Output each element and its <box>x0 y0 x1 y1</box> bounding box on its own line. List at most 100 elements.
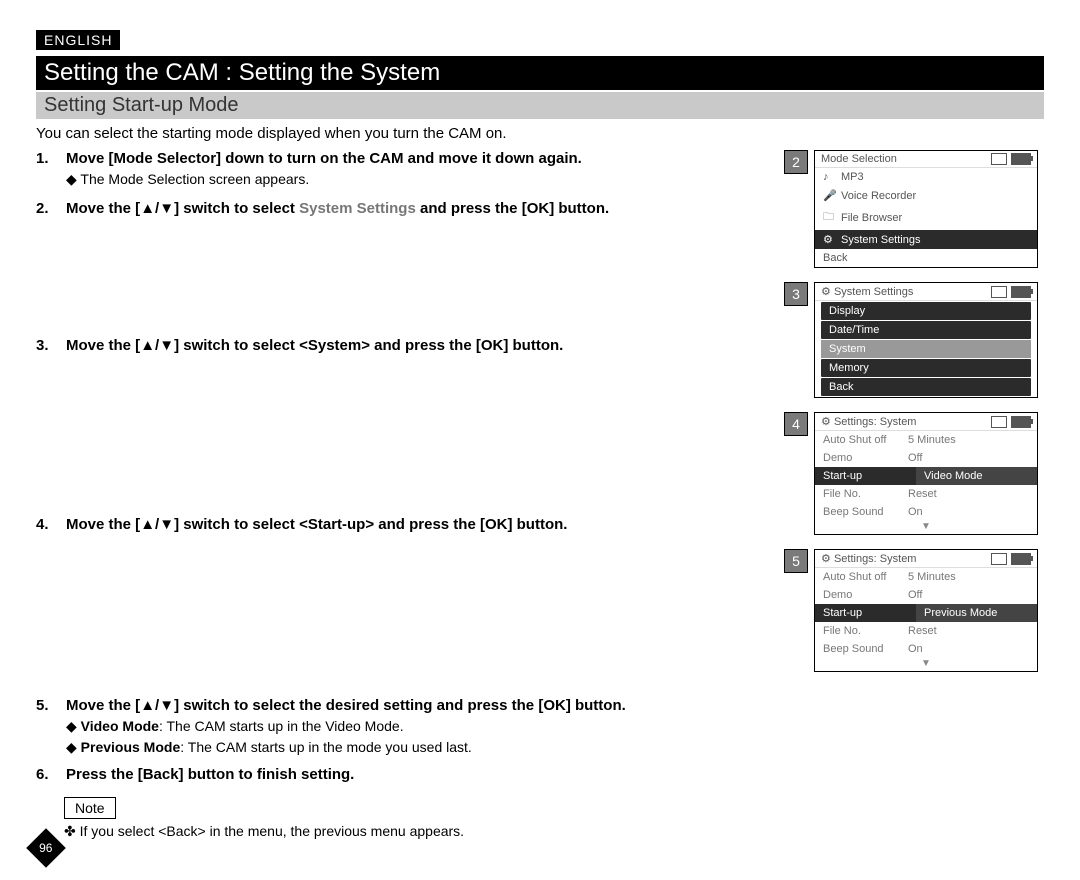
updown-icon: ▲/▼ <box>140 516 174 533</box>
list-item: ♪MP3 <box>815 168 1037 186</box>
row-key: Start-up <box>815 604 916 622</box>
step-4-post: ] switch to select <Start-up> and press … <box>174 516 567 533</box>
list-item-back: Back <box>815 249 1037 267</box>
row-value: On <box>908 643 923 655</box>
gear-icon: ⚙ <box>821 416 831 428</box>
screen-5-badge: 5 <box>784 549 808 573</box>
screen-5: ⚙ Settings: System Auto Shut off5 Minute… <box>814 549 1038 672</box>
step-2-mid: ] switch to select <box>174 200 299 217</box>
row-key: Auto Shut off <box>823 434 908 446</box>
table-row: Beep SoundOn <box>815 640 1037 658</box>
list-item-label: Back <box>829 381 853 393</box>
table-row: DemoOff <box>815 449 1037 467</box>
list-item-label: MP3 <box>841 171 864 183</box>
row-key: Beep Sound <box>823 643 908 655</box>
list-item: Back <box>821 378 1031 396</box>
manual-page: ENGLISH Setting the CAM : Setting the Sy… <box>0 0 1080 880</box>
battery-icon <box>1011 416 1031 428</box>
row-value: Previous Mode <box>916 604 1037 622</box>
table-row-selected: Start-upPrevious Mode <box>815 604 1037 622</box>
row-value: 5 Minutes <box>908 434 956 446</box>
step-3-pre: Move the [ <box>66 337 140 354</box>
page-title: Setting the CAM : Setting the System <box>36 56 1044 90</box>
step-1: Move [Mode Selector] down to turn on the… <box>36 150 760 188</box>
step-5-sub1-t: : The CAM starts up in the Video Mode. <box>159 718 404 734</box>
memory-icon <box>991 553 1007 565</box>
list-item-label: Date/Time <box>829 324 879 336</box>
step-4: Move the [▲/▼] switch to select <Start-u… <box>36 516 760 693</box>
gear-icon: ⚙ <box>821 286 831 298</box>
list-item: Date/Time <box>821 321 1031 339</box>
row-key: Demo <box>823 589 908 601</box>
screen-3-wrap: 3 ⚙ System Settings Display Date/Time Sy… <box>784 282 1044 398</box>
screen-5-wrap: 5 ⚙ Settings: System Auto Shut off5 Minu… <box>784 549 1044 672</box>
row-value: Video Mode <box>916 467 1037 485</box>
row-value: Reset <box>908 488 937 500</box>
gear-icon: ⚙ <box>823 233 835 246</box>
screen-3-badge: 3 <box>784 282 808 306</box>
note-label: Note <box>64 797 116 819</box>
row-key: Demo <box>823 452 908 464</box>
memory-icon <box>991 153 1007 165</box>
screen-2-title: Mode Selection <box>821 153 897 165</box>
row-value: Off <box>908 452 922 464</box>
row-key: Start-up <box>815 467 916 485</box>
list-item: 🗀File Browser <box>815 205 1037 230</box>
row-key: Beep Sound <box>823 506 908 518</box>
row-key: File No. <box>823 488 908 500</box>
step-6: Press the [Back] button to finish settin… <box>36 766 760 783</box>
list-item: Display <box>821 302 1031 320</box>
row-value: Reset <box>908 625 937 637</box>
table-row: Auto Shut off5 Minutes <box>815 568 1037 586</box>
screens-column: 2 Mode Selection ♪MP3 🎤Voice Recorder 🗀F… <box>784 150 1044 840</box>
step-2-target: System Settings <box>299 200 416 217</box>
status-icons <box>991 286 1031 298</box>
step-2-pre: Move the [ <box>66 200 140 217</box>
updown-icon: ▲/▼ <box>140 697 174 714</box>
list-item-selected: ⚙System Settings <box>815 230 1037 249</box>
step-5-sub2-t: : The CAM starts up in the mode you used… <box>180 739 472 755</box>
status-icons <box>991 153 1031 165</box>
list-item-selected: System <box>821 340 1031 358</box>
memory-icon <box>991 286 1007 298</box>
note-text: If you select <Back> in the menu, the pr… <box>64 823 760 840</box>
step-5-sub2-b: Previous Mode <box>81 739 181 755</box>
list-item-label: System <box>829 343 866 355</box>
list-item: Memory <box>821 359 1031 377</box>
screen-5-title: Settings: System <box>834 553 917 565</box>
chevron-down-icon: ▼ <box>815 521 1037 534</box>
step-5: Move the [▲/▼] switch to select the desi… <box>36 697 760 756</box>
row-value: Off <box>908 589 922 601</box>
screen-4-wrap: 4 ⚙ Settings: System Auto Shut off5 Minu… <box>784 412 1044 535</box>
table-row: File No.Reset <box>815 622 1037 640</box>
screen-4-badge: 4 <box>784 412 808 436</box>
page-number: 96 <box>39 841 52 855</box>
step-1-text: Move [Mode Selector] down to turn on the… <box>66 150 582 167</box>
step-5-sub1-b: Video Mode <box>81 718 159 734</box>
language-badge: ENGLISH <box>36 30 120 50</box>
screen-4-title: Settings: System <box>834 416 917 428</box>
gear-icon: ⚙ <box>821 553 831 565</box>
chevron-down-icon: ▼ <box>815 658 1037 671</box>
screen-3-title: System Settings <box>834 286 913 298</box>
steps-column: Move [Mode Selector] down to turn on the… <box>36 150 768 840</box>
table-row-selected: Start-upVideo Mode <box>815 467 1037 485</box>
back-label: Back <box>823 252 847 264</box>
screen-4: ⚙ Settings: System Auto Shut off5 Minute… <box>814 412 1038 535</box>
screen-2-wrap: 2 Mode Selection ♪MP3 🎤Voice Recorder 🗀F… <box>784 150 1044 268</box>
screen-2: Mode Selection ♪MP3 🎤Voice Recorder 🗀Fil… <box>814 150 1038 268</box>
list-item-label: Memory <box>829 362 869 374</box>
screen-2-badge: 2 <box>784 150 808 174</box>
updown-icon: ▲/▼ <box>140 200 174 217</box>
step-3-post: ] switch to select <System> and press th… <box>174 337 563 354</box>
row-value: On <box>908 506 923 518</box>
step-5-sub1: Video Mode: The CAM starts up in the Vid… <box>66 718 760 735</box>
battery-icon <box>1011 286 1031 298</box>
screen-3: ⚙ System Settings Display Date/Time Syst… <box>814 282 1038 398</box>
step-5-post: ] switch to select the desired setting a… <box>174 697 626 714</box>
folder-icon: 🗀 <box>823 208 835 227</box>
step-3: Move the [▲/▼] switch to select <System>… <box>36 337 760 512</box>
step-5-sub2: Previous Mode: The CAM starts up in the … <box>66 739 760 756</box>
status-icons <box>991 553 1031 565</box>
status-icons <box>991 416 1031 428</box>
